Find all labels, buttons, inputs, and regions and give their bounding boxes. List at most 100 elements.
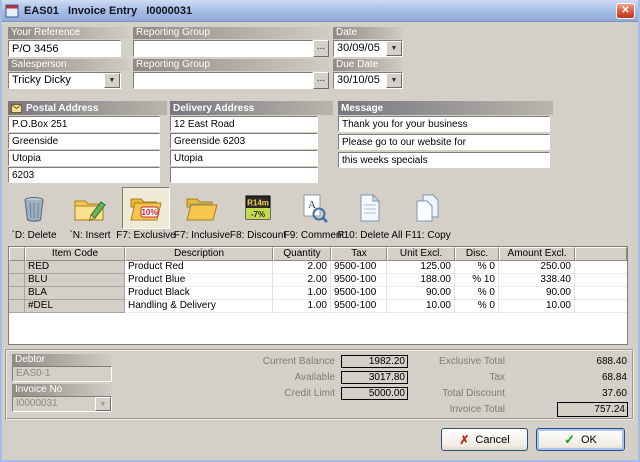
date-chevron-down-icon[interactable]: ▼: [386, 41, 402, 56]
cell-filler: [575, 274, 627, 287]
your-reference-input[interactable]: [8, 40, 121, 57]
debtor-label: Debtor: [12, 354, 112, 366]
cell-disc[interactable]: % 0: [455, 287, 499, 300]
message-line-1[interactable]: [338, 116, 550, 132]
col-disc[interactable]: Disc.: [455, 247, 499, 261]
cell-description[interactable]: Handling & Delivery: [125, 300, 273, 313]
invoice-no-combo: I0000031 ▼: [12, 396, 112, 412]
table-row[interactable]: RED Product Red 2.00 9500-100 125.00 % 0…: [9, 261, 627, 274]
delivery-line-3[interactable]: [170, 150, 318, 166]
tax-value: 68.84: [530, 372, 627, 384]
cell-disc[interactable]: % 0: [455, 261, 499, 274]
cell-tax[interactable]: 9500-100: [331, 274, 387, 287]
col-tax[interactable]: Tax: [331, 247, 387, 261]
cell-unit-excl[interactable]: 188.00: [387, 274, 455, 287]
cell-unit-excl[interactable]: 10.00: [387, 300, 455, 313]
grid-header-row: Item Code Description Quantity Tax Unit …: [9, 247, 627, 261]
delivery-line-2[interactable]: [170, 133, 318, 149]
table-row[interactable]: BLU Product Blue 2.00 9500-100 188.00 % …: [9, 274, 627, 287]
col-description[interactable]: Description: [125, 247, 273, 261]
cell-amount-excl[interactable]: 90.00: [499, 287, 575, 300]
col-quantity[interactable]: Quantity: [273, 247, 331, 261]
folder-pencil-icon: [73, 193, 107, 223]
cell-unit-excl[interactable]: 90.00: [387, 287, 455, 300]
cell-disc[interactable]: % 10: [455, 274, 499, 287]
delivery-line-1[interactable]: [170, 116, 318, 132]
table-row[interactable]: #DEL Handling & Delivery 1.00 9500-100 1…: [9, 300, 627, 313]
cell-item-code[interactable]: #DEL: [25, 300, 125, 313]
row-selector[interactable]: [9, 274, 25, 287]
postal-line-1[interactable]: [8, 116, 160, 132]
col-item-code[interactable]: Item Code: [25, 247, 125, 261]
delete-all-button[interactable]: F10: Delete All: [342, 187, 398, 243]
cell-amount-excl[interactable]: 250.00: [499, 261, 575, 274]
cell-item-code[interactable]: BLA: [25, 287, 125, 300]
postal-line-4[interactable]: [8, 167, 160, 183]
cell-filler: [575, 287, 627, 300]
cell-quantity[interactable]: 1.00: [273, 300, 331, 313]
invoice-total-label: Invoice Total: [400, 404, 505, 416]
cell-item-code[interactable]: BLU: [25, 274, 125, 287]
cell-description[interactable]: Product Blue: [125, 274, 273, 287]
reporting-group-2-input[interactable]: [133, 72, 313, 89]
comment-magnifier-icon: A: [299, 193, 329, 223]
salesperson-value: Tricky Dicky: [9, 73, 104, 88]
available-label: Available: [225, 372, 335, 384]
ok-check-icon: ✓: [564, 432, 575, 448]
postal-line-3[interactable]: [8, 150, 160, 166]
delivery-line-4[interactable]: [170, 167, 318, 183]
cell-quantity[interactable]: 1.00: [273, 287, 331, 300]
current-balance-value: 1982.20: [341, 355, 408, 368]
row-selector[interactable]: [9, 300, 25, 313]
title-bar[interactable]: EAS01 Invoice Entry I0000031 ✕: [0, 0, 640, 22]
cell-tax[interactable]: 9500-100: [331, 287, 387, 300]
copy-button[interactable]: F11: Copy: [400, 187, 456, 243]
total-discount-value: 37.60: [530, 388, 627, 400]
tax-label: Tax: [400, 372, 505, 384]
cell-description[interactable]: Product Red: [125, 261, 273, 274]
cell-amount-excl[interactable]: 10.00: [499, 300, 575, 313]
message-line-2[interactable]: [338, 134, 550, 150]
cell-item-code[interactable]: RED: [25, 261, 125, 274]
cell-disc[interactable]: % 0: [455, 300, 499, 313]
reporting-group-2-lookup-button[interactable]: ...: [313, 72, 329, 89]
trash-icon: [20, 193, 48, 223]
exclusive-total-value: 688.40: [530, 356, 627, 368]
line-items-grid[interactable]: Item Code Description Quantity Tax Unit …: [8, 246, 628, 345]
folder-percent-icon: 10%: [129, 193, 163, 223]
due-date-combo[interactable]: 30/10/05 ▼: [333, 72, 403, 89]
exclusive-total-label: Exclusive Total: [400, 356, 505, 368]
reporting-group-1-lookup-button[interactable]: ...: [313, 40, 329, 57]
reporting-group-1-label: Reporting Group: [133, 27, 329, 39]
cell-filler: [575, 300, 627, 313]
row-selector[interactable]: [9, 261, 25, 274]
cancel-cross-icon: ✗: [459, 433, 469, 447]
close-button[interactable]: ✕: [616, 3, 635, 19]
cell-tax[interactable]: 9500-100: [331, 300, 387, 313]
copy-pages-icon: [413, 193, 443, 223]
cell-unit-excl[interactable]: 125.00: [387, 261, 455, 274]
col-unit-excl[interactable]: Unit Excl.: [387, 247, 455, 261]
invoice-no-value: I0000031: [13, 397, 95, 411]
col-amount-excl[interactable]: Amount Excl.: [499, 247, 575, 261]
reporting-group-1-input[interactable]: [133, 40, 313, 57]
salesperson-chevron-down-icon[interactable]: ▼: [104, 73, 120, 88]
cell-tax[interactable]: 9500-100: [331, 261, 387, 274]
due-date-chevron-down-icon[interactable]: ▼: [386, 73, 402, 88]
row-selector[interactable]: [9, 287, 25, 300]
available-value: 3017.80: [341, 371, 408, 384]
current-balance-label: Current Balance: [225, 356, 335, 368]
due-date-value: 30/10/05: [334, 73, 386, 88]
cancel-button[interactable]: ✗ Cancel: [441, 428, 528, 451]
ok-button[interactable]: ✓ OK: [536, 428, 625, 451]
invoice-entry-window: EAS01 Invoice Entry I0000031 ✕ Your Refe…: [0, 0, 640, 462]
postal-line-2[interactable]: [8, 133, 160, 149]
message-line-3[interactable]: [338, 152, 550, 168]
cell-description[interactable]: Product Black: [125, 287, 273, 300]
date-combo[interactable]: 30/09/05 ▼: [333, 40, 403, 57]
table-row[interactable]: BLA Product Black 1.00 9500-100 90.00 % …: [9, 287, 627, 300]
cell-quantity[interactable]: 2.00: [273, 274, 331, 287]
salesperson-combo[interactable]: Tricky Dicky ▼: [8, 72, 121, 89]
cell-quantity[interactable]: 2.00: [273, 261, 331, 274]
cell-amount-excl[interactable]: 338.40: [499, 274, 575, 287]
